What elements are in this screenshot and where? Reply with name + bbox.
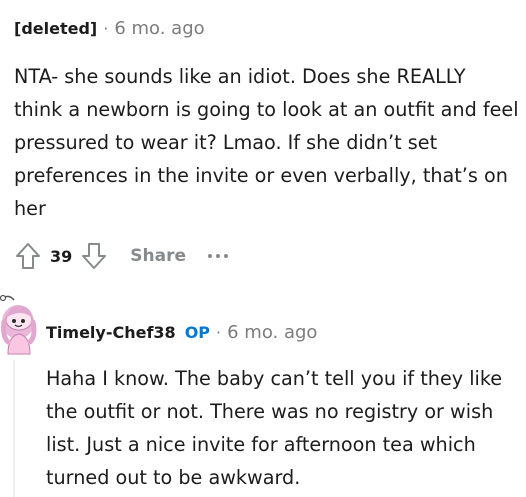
vote-count: 39: [50, 246, 73, 266]
comment-timestamp[interactable]: 6 mo. ago: [114, 18, 204, 39]
author-name[interactable]: Timely-Chef38: [46, 323, 176, 342]
comment-meta: [deleted] · 6 mo. ago: [14, 18, 205, 39]
arrow-up-icon: [16, 243, 40, 269]
reply-body: Haha I know. The baby can’t tell you if …: [46, 367, 503, 489]
comment-thread: [deleted] · 6 mo. ago NTA- she sounds li…: [0, 0, 526, 497]
thread-line[interactable]: [13, 360, 15, 497]
more-horizontal-icon-dot: [216, 254, 220, 258]
comment-action-bar: 39 Share: [14, 240, 228, 272]
snoo-avatar-icon: [0, 294, 37, 355]
more-horizontal-icon: [208, 254, 212, 258]
avatar[interactable]: [0, 292, 40, 358]
share-button[interactable]: Share: [130, 246, 186, 266]
more-options-button[interactable]: [208, 246, 228, 266]
meta-separator: ·: [216, 323, 222, 342]
meta-separator: ·: [103, 19, 109, 38]
upvote-button[interactable]: [14, 240, 42, 272]
comment-body: NTA- she sounds like an idiot. Does she …: [14, 65, 519, 220]
more-horizontal-icon-dot: [224, 254, 228, 258]
comment-timestamp[interactable]: 6 mo. ago: [227, 322, 317, 343]
author-name: [deleted]: [14, 19, 98, 38]
op-badge: OP: [184, 323, 211, 342]
arrow-down-icon: [82, 243, 107, 269]
reply-meta: Timely-Chef38 OP · 6 mo. ago: [46, 322, 317, 343]
downvote-button[interactable]: [80, 240, 108, 272]
